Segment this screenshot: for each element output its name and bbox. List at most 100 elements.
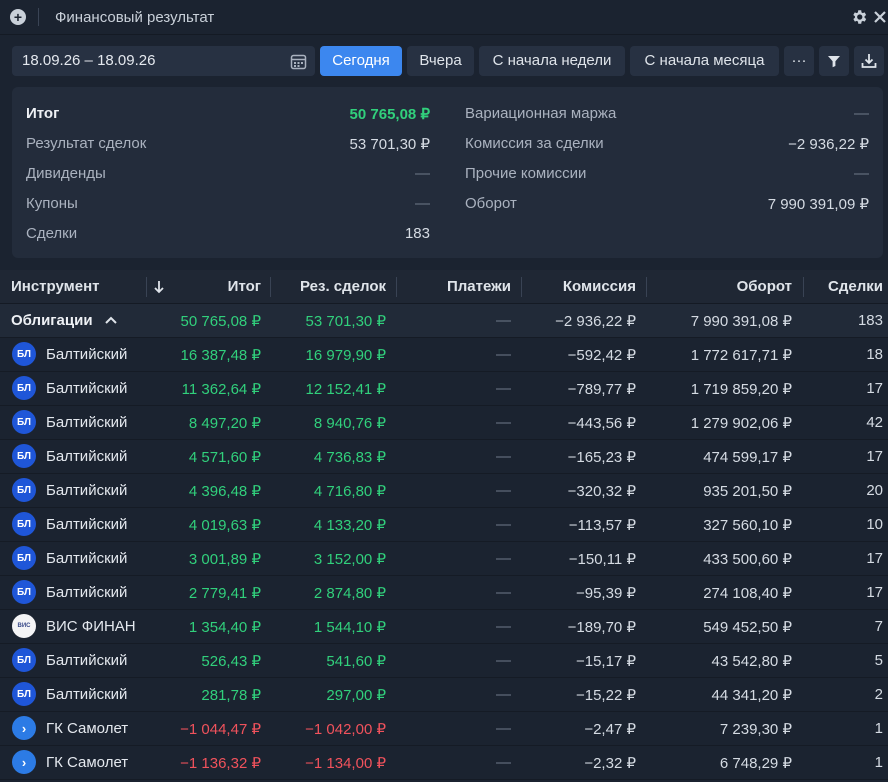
- summary-value: —: [854, 105, 869, 122]
- deals-cell: 5: [874, 652, 883, 669]
- table-row[interactable]: › ГК Самолет −1 136,32 ₽ −1 134,00 ₽ — −2,32 …: [0, 746, 888, 780]
- more-button[interactable]: ···: [784, 46, 814, 76]
- summary-label: Оборот: [465, 195, 517, 212]
- window-title: Финансовый результат: [55, 9, 215, 26]
- deals-result-cell: −1 042,00 ₽: [305, 721, 386, 738]
- column-divider[interactable]: [521, 277, 522, 297]
- issuer-logo-icon: БЛ: [12, 410, 36, 434]
- col-payments[interactable]: Платежи: [447, 278, 511, 295]
- issuer-logo-icon: БЛ: [12, 580, 36, 604]
- turnover-cell: 274 108,40 ₽: [703, 585, 792, 602]
- col-total[interactable]: Итог: [228, 278, 261, 295]
- add-icon[interactable]: +: [10, 9, 26, 25]
- total-cell: 50 765,08 ₽: [180, 313, 261, 330]
- deals-result-cell: 8 940,76 ₽: [313, 415, 386, 432]
- table-row[interactable]: БЛ Балтийский 4 396,48 ₽ 4 716,80 ₽ — −320,32…: [0, 474, 888, 508]
- summary-label: Комиссия за сделки: [465, 135, 604, 152]
- table-row[interactable]: ВИС ВИС ФИНАНС 1 354,40 ₽ 1 544,10 ₽ — −189,7…: [0, 610, 888, 644]
- summary-value: −2 936,22 ₽: [788, 136, 869, 153]
- col-turnover[interactable]: Оборот: [737, 278, 792, 295]
- table-row[interactable]: БЛ Балтийский 3 001,89 ₽ 3 152,00 ₽ — −150,11…: [0, 542, 888, 576]
- deals-result-cell: 4 736,83 ₽: [313, 449, 386, 466]
- week-start-button[interactable]: С начала недели: [479, 46, 625, 76]
- total-cell: 8 497,20 ₽: [188, 415, 261, 432]
- date-range-value: 18.09.26 – 18.09.26: [22, 52, 156, 69]
- close-icon[interactable]: [872, 8, 888, 26]
- issuer-logo-icon: БЛ: [12, 478, 36, 502]
- col-commission[interactable]: Комиссия: [563, 278, 636, 295]
- col-deals[interactable]: Сделки: [828, 278, 883, 295]
- table-row[interactable]: БЛ Балтийский 11 362,64 ₽ 12 152,41 ₽ — −789,…: [0, 372, 888, 406]
- column-divider[interactable]: [396, 277, 397, 297]
- deals-cell: 10: [866, 516, 883, 533]
- yesterday-button[interactable]: Вчера: [407, 46, 474, 76]
- total-cell: −1 044,47 ₽: [180, 721, 261, 738]
- summary-value: 7 990 391,09 ₽: [767, 196, 869, 213]
- table-row[interactable]: БЛ Балтийский 281,78 ₽ 297,00 ₽ — −15,22 ₽ 44 …: [0, 678, 888, 712]
- filter-icon: [828, 56, 840, 68]
- summary-value: —: [415, 195, 430, 212]
- summary-panel: Итог 50 765,08 ₽ Результат сделок 53 701…: [12, 87, 883, 258]
- issuer-logo-icon: БЛ: [12, 376, 36, 400]
- column-divider[interactable]: [646, 277, 647, 297]
- deals-cell: 17: [866, 380, 883, 397]
- calendar-icon[interactable]: [290, 53, 307, 70]
- total-cell: 4 571,60 ₽: [188, 449, 261, 466]
- payments-cell: —: [496, 380, 511, 397]
- sort-arrow-down-icon[interactable]: [153, 279, 165, 295]
- date-range-field[interactable]: 18.09.26 – 18.09.26: [12, 46, 315, 76]
- commission-cell: −2 936,22 ₽: [555, 313, 636, 330]
- turnover-cell: 935 201,50 ₽: [703, 483, 792, 500]
- total-cell: 526,43 ₽: [201, 653, 261, 670]
- col-deals-result[interactable]: Рез. сделок: [300, 278, 386, 295]
- table-row[interactable]: БЛ Балтийский 526,43 ₽ 541,60 ₽ — −15,17 ₽ 43 …: [0, 644, 888, 678]
- deals-result-cell: 4 716,80 ₽: [313, 483, 386, 500]
- table-row[interactable]: БЛ Балтийский 8 497,20 ₽ 8 940,76 ₽ — −443,56…: [0, 406, 888, 440]
- divider: [38, 8, 39, 26]
- table-row[interactable]: БЛ Балтийский 4 571,60 ₽ 4 736,83 ₽ — −165,23…: [0, 440, 888, 474]
- payments-cell: —: [496, 618, 511, 635]
- payments-cell: —: [496, 754, 511, 771]
- payments-cell: —: [496, 414, 511, 431]
- col-instrument[interactable]: Инструмент: [11, 278, 99, 295]
- deals-cell: 2: [874, 686, 883, 703]
- table-row[interactable]: › ГК Самолет −1 044,47 ₽ −1 042,00 ₽ — −2,47 …: [0, 712, 888, 746]
- instrument-name: Балтийский: [46, 652, 128, 669]
- commission-cell: −113,57 ₽: [568, 517, 636, 534]
- column-divider[interactable]: [270, 277, 271, 297]
- table-row[interactable]: БЛ Балтийский 4 019,63 ₽ 4 133,20 ₽ — −113,57…: [0, 508, 888, 542]
- summary-value: 53 701,30 ₽: [349, 136, 430, 153]
- deals-result-cell: 2 874,80 ₽: [313, 585, 386, 602]
- summary-value: 50 765,08 ₽: [349, 106, 430, 123]
- turnover-cell: 1 772 617,71 ₽: [690, 347, 792, 364]
- month-start-button[interactable]: С начала месяца: [630, 46, 779, 76]
- instrument-name: Балтийский: [46, 414, 128, 431]
- total-cell: −1 136,32 ₽: [180, 755, 261, 772]
- summary-value: —: [854, 165, 869, 182]
- turnover-cell: 474 599,17 ₽: [703, 449, 792, 466]
- gear-icon[interactable]: [850, 8, 868, 26]
- table-row[interactable]: БЛ Балтийский 2 779,41 ₽ 2 874,80 ₽ — −95,39 …: [0, 576, 888, 610]
- payments-cell: —: [496, 550, 511, 567]
- turnover-cell: 7 990 391,08 ₽: [690, 313, 792, 330]
- commission-cell: −150,11 ₽: [568, 551, 636, 568]
- deals-result-cell: 12 152,41 ₽: [305, 381, 386, 398]
- commission-cell: −592,42 ₽: [567, 347, 636, 364]
- group-row-bonds[interactable]: Облигации 50 765,08 ₽ 53 701,30 ₽ — −2 9…: [0, 304, 888, 338]
- column-divider[interactable]: [146, 277, 147, 297]
- column-divider[interactable]: [803, 277, 804, 297]
- summary-value: 183: [404, 225, 430, 242]
- instrument-name: Балтийский: [46, 346, 128, 363]
- total-cell: 16 387,48 ₽: [180, 347, 261, 364]
- download-button[interactable]: [854, 46, 884, 76]
- payments-cell: —: [496, 516, 511, 533]
- chevron-up-icon[interactable]: [104, 315, 118, 325]
- today-button[interactable]: Сегодня: [320, 46, 402, 76]
- issuer-logo-icon: БЛ: [12, 682, 36, 706]
- total-cell: 11 362,64 ₽: [181, 381, 261, 398]
- commission-cell: −2,32 ₽: [584, 755, 636, 772]
- title-bar: + Финансовый результат: [0, 0, 888, 35]
- commission-cell: −789,77 ₽: [567, 381, 636, 398]
- table-row[interactable]: БЛ Балтийский 16 387,48 ₽ 16 979,90 ₽ — −592,…: [0, 338, 888, 372]
- filter-button[interactable]: [819, 46, 849, 76]
